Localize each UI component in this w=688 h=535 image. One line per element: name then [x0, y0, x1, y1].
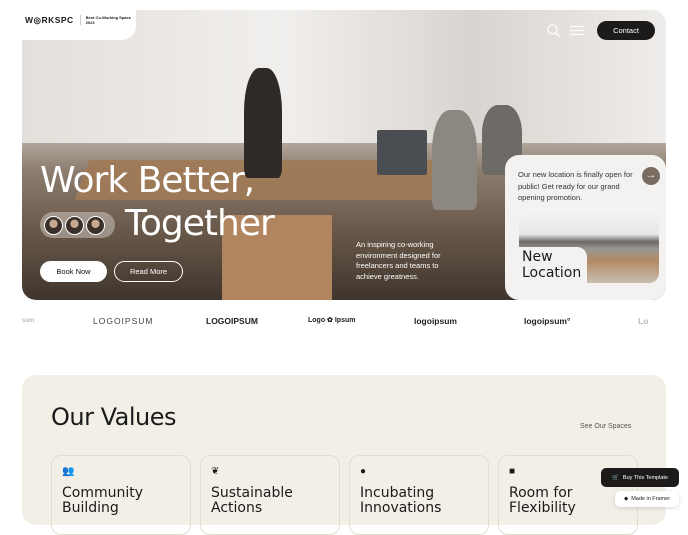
buy-template-button[interactable]: 🛒 Buy This Template	[601, 468, 679, 487]
avatar	[44, 215, 63, 235]
brand-logo[interactable]: W◎RKSPC	[25, 15, 74, 26]
contact-button[interactable]: Contact	[597, 21, 655, 40]
lightbulb-icon: ●	[360, 466, 367, 477]
value-card: ● Incubating Innovations	[349, 455, 489, 535]
values-section: Our Values See Our Spaces 👥 Community Bui…	[22, 375, 666, 535]
made-in-framer-badge[interactable]: ◆ Made in Framer	[615, 491, 679, 507]
share-icon: ■	[509, 466, 516, 477]
promo-title: New Location	[519, 247, 587, 283]
partner-logo: sum	[22, 318, 35, 324]
framer-label: Made in Framer	[631, 496, 671, 502]
partner-logo: logoipsum°	[524, 316, 571, 326]
partner-logo: Logo ✿ Ipsum	[308, 317, 356, 324]
hero-photo-monitor	[377, 130, 427, 175]
value-card: 👥 Community Building	[51, 455, 191, 535]
read-more-button[interactable]: Read More	[114, 261, 183, 282]
buy-label: Buy This Template	[622, 474, 668, 481]
book-now-button[interactable]: Book Now	[40, 261, 107, 282]
partner-logo: logoipsum	[414, 316, 457, 326]
users-icon: 👥	[62, 466, 75, 477]
hero-title-line2: Together	[125, 203, 275, 244]
framer-icon: ◆	[623, 496, 629, 502]
arrow-right-icon[interactable]: →	[642, 167, 660, 185]
partner-logo: LOGOIPSUM	[93, 316, 154, 326]
avatar-group	[40, 212, 115, 238]
see-our-spaces-link[interactable]: See Our Spaces	[580, 423, 631, 430]
section-title: Our Values	[51, 403, 177, 431]
award-badge: Best Co-Working Space 2023	[79, 15, 136, 25]
hero-title-line1: Work Better,	[40, 160, 255, 201]
logo-tab: W◎RKSPC Best Co-Working Space 2023	[0, 0, 136, 40]
avatar	[65, 215, 84, 235]
new-location-card[interactable]: Our new location is finally open for pub…	[505, 155, 666, 300]
cart-icon: 🛒	[612, 474, 619, 481]
menu-icon[interactable]	[570, 25, 584, 36]
logo-strip: sum LOGOIPSUM LOGOIPSUM Logo ✿ Ipsum log…	[0, 314, 688, 332]
value-card: ❦ Sustainable Actions	[200, 455, 340, 535]
search-icon[interactable]	[547, 24, 560, 37]
partner-logo: Lo	[638, 316, 649, 326]
partner-logo: LOGOIPSUM	[206, 316, 258, 326]
leaf-icon: ❦	[211, 466, 220, 477]
promo-text: Our new location is finally open for pub…	[518, 170, 633, 202]
hero-photo-person	[432, 110, 477, 210]
hero-description: An inspiring co-working environment desi…	[356, 240, 441, 281]
avatar	[86, 215, 105, 235]
